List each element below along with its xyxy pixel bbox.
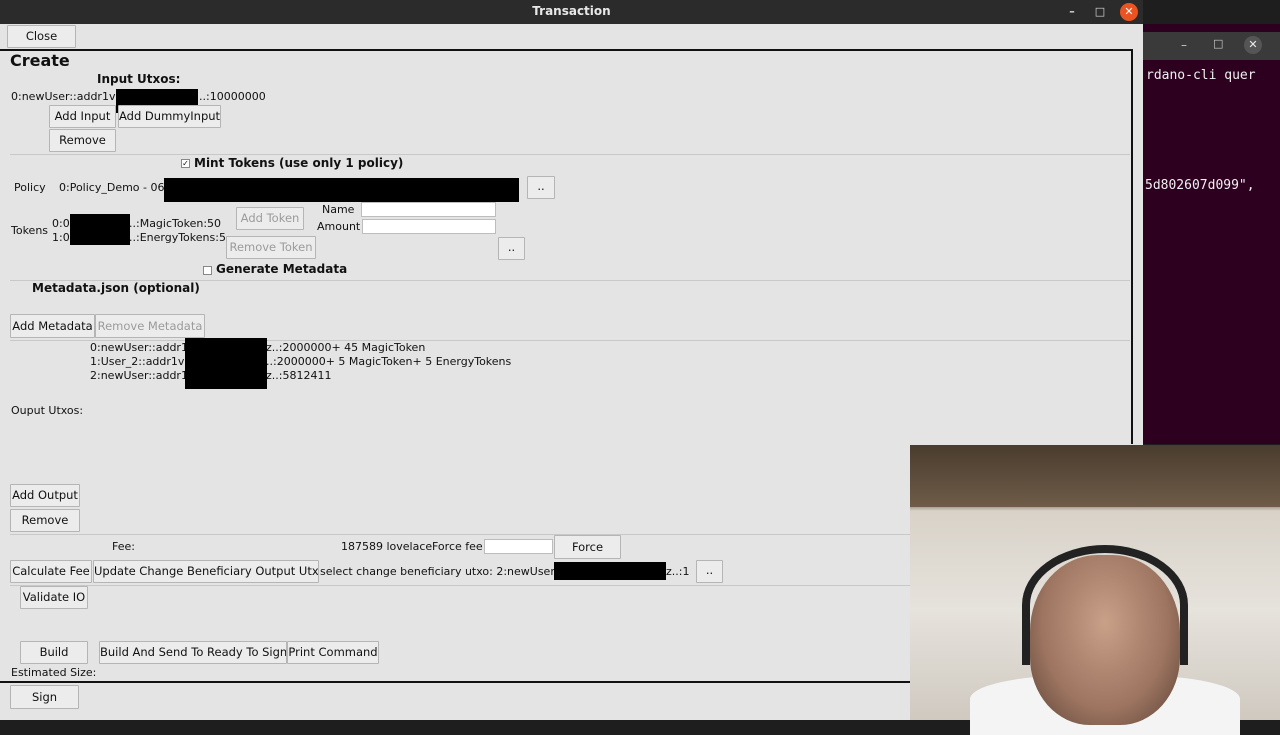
remove-input-button[interactable]: Remove xyxy=(49,129,116,152)
terminal-titlebar: – □ ✕ xyxy=(1143,32,1280,60)
force-fee-input[interactable] xyxy=(484,539,553,554)
estimated-size-label: Estimated Size: xyxy=(11,666,97,679)
token-line-prefix[interactable]: 0:0 xyxy=(52,217,70,230)
generate-metadata-label: Generate Metadata xyxy=(216,262,348,276)
divider xyxy=(1131,49,1133,444)
output-utxo-suffix[interactable]: z..:5812411 xyxy=(266,369,331,382)
policy-browse-button[interactable]: .. xyxy=(527,176,555,199)
token-browse-button[interactable]: .. xyxy=(498,237,525,260)
fee-label: Fee: xyxy=(112,540,135,553)
divider xyxy=(0,681,910,683)
maximize-icon[interactable]: □ xyxy=(1091,3,1109,21)
redaction xyxy=(554,562,666,580)
add-input-button[interactable]: Add Input xyxy=(49,105,116,128)
policy-value: 0:Policy_Demo - 06 xyxy=(59,181,165,194)
window-titlebar: Transaction – □ ✕ xyxy=(0,0,1143,24)
sign-button[interactable]: Sign xyxy=(10,685,79,709)
webcam-background xyxy=(910,445,1280,507)
terminal-line: rdano-cli quer xyxy=(1146,68,1256,83)
divider xyxy=(10,585,910,586)
generate-metadata-checkbox[interactable] xyxy=(203,266,212,275)
terminal-window xyxy=(1143,24,1280,444)
update-change-beneficiary-button[interactable]: Update Change Beneficiary Output Utxo xyxy=(93,560,319,583)
token-line-prefix[interactable]: 1:0 xyxy=(52,231,70,244)
calculate-fee-button[interactable]: Calculate Fee xyxy=(10,560,92,583)
change-beneficiary-suffix[interactable]: z..:1 xyxy=(666,565,689,578)
webcam-overlay xyxy=(910,445,1280,735)
token-name-label: Name xyxy=(322,203,355,216)
headset-icon xyxy=(1022,545,1188,665)
close-icon[interactable]: ✕ xyxy=(1120,3,1138,21)
output-utxo-suffix[interactable]: ..:2000000+ 5 MagicToken+ 5 EnergyTokens xyxy=(266,355,511,368)
minimize-icon[interactable]: – xyxy=(1063,3,1081,21)
add-token-button[interactable]: Add Token xyxy=(236,207,304,230)
output-utxos-header: Ouput Utxos: xyxy=(11,404,84,417)
redaction xyxy=(185,338,267,389)
input-utxo-prefix[interactable]: 0:newUser::addr1v xyxy=(11,90,115,103)
close-button[interactable]: Close xyxy=(7,25,76,48)
build-button[interactable]: Build xyxy=(20,641,88,664)
output-utxo-prefix[interactable]: 2:newUser::addr1v xyxy=(90,369,194,382)
input-utxos-header: Input Utxos: xyxy=(97,72,181,86)
maximize-icon[interactable]: □ xyxy=(1213,37,1223,50)
print-command-button[interactable]: Print Command xyxy=(287,641,379,664)
fee-value: 187589 lovelace xyxy=(341,540,433,553)
divider xyxy=(10,534,910,535)
add-dummy-input-button[interactable]: Add DummyInput xyxy=(118,105,221,128)
remove-token-button[interactable]: Remove Token xyxy=(226,236,316,259)
force-fee-label: Force fee xyxy=(432,540,483,553)
terminal-line: 5d802607d099", xyxy=(1145,178,1255,193)
window-title: Transaction xyxy=(532,4,611,18)
token-name-input[interactable] xyxy=(361,202,496,217)
validate-io-button[interactable]: Validate IO xyxy=(20,586,88,609)
token-amount-label: Amount xyxy=(317,220,361,233)
metadata-header: Metadata.json (optional) xyxy=(32,281,200,295)
build-and-send-button[interactable]: Build And Send To Ready To Sign xyxy=(99,641,287,664)
mint-tokens-checkbox[interactable]: ✓ xyxy=(181,159,190,168)
section-title: Create xyxy=(10,51,70,70)
redaction xyxy=(164,178,519,202)
force-fee-button[interactable]: Force xyxy=(554,535,621,559)
divider xyxy=(10,154,1130,155)
token-line-suffix[interactable]: ..:EnergyTokens:5 xyxy=(129,231,226,244)
remove-output-button[interactable]: Remove xyxy=(10,509,80,532)
token-amount-input[interactable] xyxy=(362,219,496,234)
remove-metadata-button[interactable]: Remove Metadata xyxy=(95,314,205,338)
minimize-icon[interactable]: – xyxy=(1181,38,1187,52)
divider xyxy=(0,49,1132,51)
mint-tokens-label: Mint Tokens (use only 1 policy) xyxy=(194,156,404,170)
output-utxo-suffix[interactable]: z..:2000000+ 45 MagicToken xyxy=(266,341,425,354)
add-metadata-button[interactable]: Add Metadata xyxy=(10,314,95,338)
output-utxo-prefix[interactable]: 1:User_2::addr1v8 xyxy=(90,355,191,368)
close-icon[interactable]: ✕ xyxy=(1244,36,1262,54)
tokens-label: Tokens xyxy=(11,224,49,237)
change-beneficiary-prefix[interactable]: select change beneficiary utxo: 2:newUse… xyxy=(320,565,558,578)
policy-label: Policy xyxy=(14,181,46,194)
redaction xyxy=(70,214,130,245)
add-output-button[interactable]: Add Output xyxy=(10,484,80,507)
token-line-suffix[interactable]: ..:MagicToken:50 xyxy=(129,217,221,230)
change-beneficiary-browse-button[interactable]: .. xyxy=(696,560,723,583)
output-utxo-prefix[interactable]: 0:newUser::addr1v xyxy=(90,341,194,354)
input-utxo-suffix[interactable]: ..:10000000 xyxy=(199,90,266,103)
